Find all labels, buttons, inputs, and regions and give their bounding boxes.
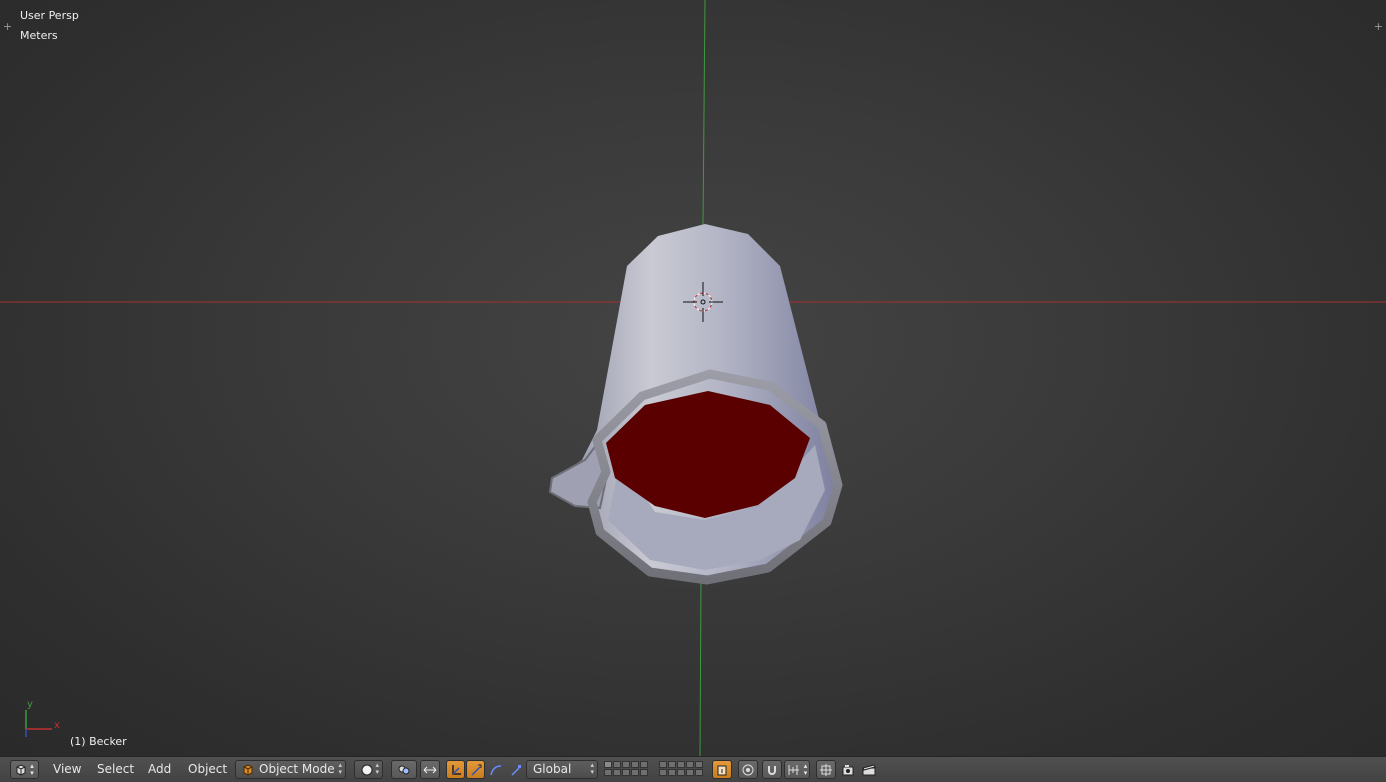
mode-label: Object Mode [259,762,335,776]
gizmo-x-label: x [54,720,60,731]
3d-viewport[interactable]: y x User Persp Meters (1) Becker + + [0,0,1386,756]
gizmo-y-label: y [27,699,33,710]
y-axis-line-top [702,0,706,226]
lock-layers-icon[interactable] [712,760,732,779]
scale-icon[interactable] [486,760,505,779]
manipulator-toggle-icon[interactable] [420,760,440,779]
cube-icon [243,763,253,776]
menu-view[interactable]: View [49,760,85,779]
shading-dropdown[interactable]: ▴ ▾ [354,760,383,779]
units-label: Meters [20,29,58,42]
menu-object[interactable]: Object [184,760,231,779]
pivot-point-icon[interactable] [391,760,417,779]
axis-gizmo: y x [25,699,60,737]
transform-extra-icon[interactable] [506,760,525,779]
rotate-icon[interactable] [466,760,485,779]
3d-view-icon[interactable]: ▴ ▾ [10,760,39,779]
menu-select[interactable]: Select [93,760,138,779]
magnet-icon[interactable] [762,760,782,779]
orientation-label: Global [533,762,572,776]
viewport-scene[interactable]: y x [0,0,1386,756]
proportional-edit-icon[interactable] [738,760,758,779]
plus-icon[interactable]: + [1374,20,1383,33]
translate-icon[interactable] [446,760,465,779]
clapperboard-icon[interactable] [860,760,878,779]
snap-element-icon[interactable]: ▴ ▾ [784,760,810,779]
solid-sphere-icon [361,764,373,775]
camera-icon[interactable] [840,760,858,779]
viewport-header: ▴ ▾ View Select Add Object Object Mode ▴ ▾… [0,756,1386,782]
view-name: User Persp [20,9,79,22]
y-axis-line-bottom [699,577,702,756]
active-object-label: (1) Becker [70,735,127,748]
plus-icon[interactable]: + [3,20,12,33]
snap-target-icon[interactable] [816,760,836,779]
orientation-dropdown[interactable]: Global ▴ ▾ [526,760,598,779]
menu-add[interactable]: Add [144,760,175,779]
becker-object[interactable] [548,224,843,585]
mode-dropdown[interactable]: Object Mode ▴ ▾ [235,760,346,779]
layer-buttons-group-1[interactable] [604,761,648,780]
layer-buttons-group-2[interactable] [659,761,703,780]
